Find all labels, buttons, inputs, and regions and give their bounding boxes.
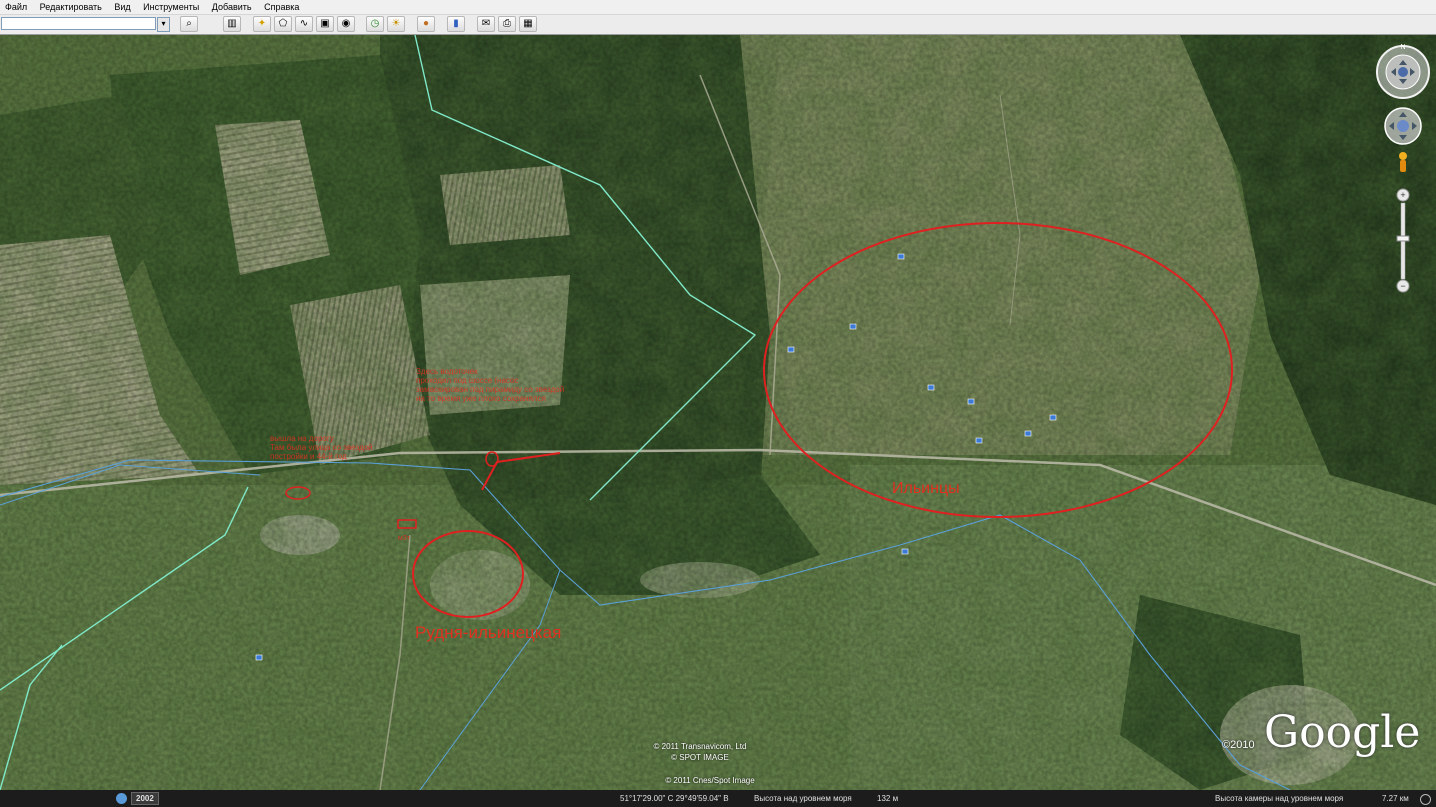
annotation-top: Здесь водоточек проходил под шоссе (насо… xyxy=(416,367,565,403)
planets-button[interactable]: ● xyxy=(417,16,435,32)
historical-imagery-button[interactable]: ◷ xyxy=(366,16,384,32)
annotation-left: вышла на дорогу Там была улица со звездо… xyxy=(270,434,373,461)
eye-icon xyxy=(1398,67,1408,77)
record-tour-button[interactable]: ◉ xyxy=(337,16,355,32)
email-icon: ✉ xyxy=(481,18,491,29)
print-icon: ⎙ xyxy=(503,18,511,29)
menu-add[interactable]: Добавить xyxy=(207,0,257,14)
satellite-imagery xyxy=(0,35,1436,790)
streaming-indicator-icon xyxy=(1420,794,1431,805)
add-polygon-button[interactable]: ⬠ xyxy=(274,16,292,32)
label-ilintsy: Ильинцы xyxy=(892,480,960,497)
image-overlay-icon: ▣ xyxy=(320,18,330,29)
elevation-label: Высота над уровнем моря xyxy=(754,794,852,803)
sidebar-toggle-button[interactable]: ▥ xyxy=(223,16,241,32)
map-view[interactable]: Ильинцы Рудня-ильинецкая Здесь водоточек… xyxy=(0,35,1436,790)
search-input[interactable] xyxy=(1,17,156,30)
add-placemark-button[interactable]: ✦ xyxy=(253,16,271,32)
historical-imagery-icon[interactable] xyxy=(116,793,127,804)
search-button[interactable]: ⌕ xyxy=(180,16,198,32)
street-view-pegman-icon[interactable] xyxy=(1399,152,1407,172)
zoom-slider[interactable]: + − xyxy=(1396,188,1410,293)
polygon-icon: ⬠ xyxy=(278,18,288,29)
print-button[interactable]: ⎙ xyxy=(498,16,516,32)
menu-help[interactable]: Справка xyxy=(259,0,304,14)
ruler-button[interactable]: ▮ xyxy=(447,16,465,32)
email-button[interactable]: ✉ xyxy=(477,16,495,32)
eye-altitude-label: Высота камеры над уровнем моря xyxy=(1215,794,1344,803)
toolbar: ▾ ⌕ ▥ ✦ ⬠ ∿ ▣ ◉ ◷ ☀ ● ▮ ✉ ⎙ ▦ xyxy=(0,15,1436,35)
hand-icon xyxy=(1397,120,1409,132)
copyright-cnes: © 2011 Cnes/Spot Image xyxy=(665,776,755,785)
navigation-controls: N + − xyxy=(1374,40,1434,300)
placemark-icon: ✦ xyxy=(257,18,267,29)
label-rudnya: Рудня-ильинецкая xyxy=(415,623,562,642)
status-bar: 2002 51°17'29.00" С 29°49'59.04" В Высот… xyxy=(0,790,1436,807)
view-in-maps-button[interactable]: ▦ xyxy=(519,16,537,32)
look-joystick[interactable]: N xyxy=(1376,44,1430,99)
ruler-icon: ▮ xyxy=(453,18,459,29)
zoom-thumb[interactable] xyxy=(1396,235,1410,242)
imagery-date: 2002 xyxy=(131,792,159,805)
historical-imagery-icon: ◷ xyxy=(370,18,380,29)
add-path-button[interactable]: ∿ xyxy=(295,16,313,32)
search-dropdown-button[interactable]: ▾ xyxy=(157,17,170,32)
view-in-maps-icon: ▦ xyxy=(523,18,533,29)
add-image-overlay-button[interactable]: ▣ xyxy=(316,16,334,32)
copyright-spot: © SPOT IMAGE xyxy=(671,753,729,762)
sidebar-toggle-icon: ▥ xyxy=(227,18,237,29)
copyright-transnavicom: © 2011 Transnavicom, Ltd xyxy=(653,742,747,751)
google-logo: Google xyxy=(1264,707,1421,758)
record-tour-icon: ◉ xyxy=(341,18,351,29)
path-icon: ∿ xyxy=(299,18,309,29)
zoom-out-icon[interactable]: − xyxy=(1400,281,1405,291)
eye-altitude-value: 7.27 км xyxy=(1382,794,1409,803)
planets-icon: ● xyxy=(422,18,430,29)
north-indicator[interactable]: N xyxy=(1400,44,1405,51)
copyright-year: ©2010 xyxy=(1222,739,1255,751)
pointer-coordinates: 51°17'29.00" С 29°49'59.04" В xyxy=(620,794,729,803)
annotation-small: м3т xyxy=(398,535,410,542)
sunlight-button[interactable]: ☀ xyxy=(387,16,405,32)
elevation-value: 132 м xyxy=(877,794,899,803)
search-icon: ⌕ xyxy=(186,18,192,29)
menu-edit[interactable]: Редактировать xyxy=(35,0,107,14)
menu-bar: Файл Редактировать Вид Инструменты Добав… xyxy=(0,0,1436,15)
sunlight-icon: ☀ xyxy=(391,18,401,29)
move-joystick[interactable] xyxy=(1384,107,1422,145)
menu-tools[interactable]: Инструменты xyxy=(138,0,204,14)
zoom-in-icon[interactable]: + xyxy=(1400,190,1405,200)
menu-view[interactable]: Вид xyxy=(109,0,135,14)
menu-file[interactable]: Файл xyxy=(0,0,32,14)
